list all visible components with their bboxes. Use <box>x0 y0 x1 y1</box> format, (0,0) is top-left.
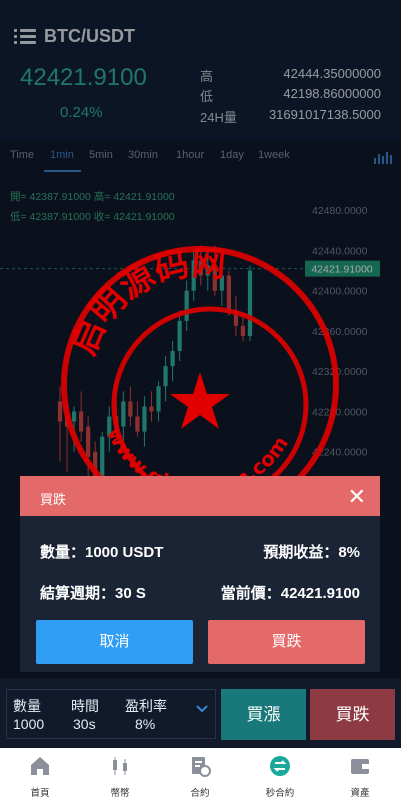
confirm-buy-down-button[interactable]: 買跌 <box>208 620 365 664</box>
time-value: 30s <box>73 716 96 732</box>
home-icon <box>31 757 49 775</box>
trade-params-selector[interactable]: 數量 1000 時間 30s 盈利率 8% <box>6 689 216 739</box>
qty-value: 1000 <box>13 716 45 732</box>
nav-home[interactable]: 首頁 <box>0 748 80 799</box>
profit-rate-value: 8% <box>135 716 156 732</box>
nav-assets[interactable]: 資產 <box>320 748 400 799</box>
modal-header: 買跌 ✕ <box>20 476 380 516</box>
contract-icon <box>192 757 211 777</box>
qty-label: 數量 <box>13 698 41 714</box>
buy-up-button[interactable]: 買漲 <box>221 689 306 740</box>
cancel-button[interactable]: 取消 <box>36 620 193 664</box>
nav-second-contract[interactable]: 秒合約 <box>240 748 320 799</box>
candles-icon <box>113 757 127 775</box>
nav-spot-label: 幣幣 <box>110 788 130 799</box>
modal-settle-period: 結算週期：30 S <box>40 585 146 602</box>
confirm-modal: 買跌 ✕ 數量：1000 USDT 預期收益：8% 結算週期：30 S 當前價：… <box>20 476 380 672</box>
wallet-icon <box>351 759 369 774</box>
nav-second-contract-label: 秒合約 <box>265 788 295 799</box>
time-label: 時間 <box>71 698 99 714</box>
buy-down-button[interactable]: 買跌 <box>310 689 395 740</box>
modal-current-price: 當前價：42421.9100 <box>220 585 360 602</box>
chevron-down-icon[interactable] <box>196 705 208 713</box>
nav-home-label: 首頁 <box>30 788 50 799</box>
nav-contract-label: 合約 <box>190 788 210 799</box>
modal-title: 買跌 <box>40 492 67 507</box>
modal-quantity: 數量：1000 USDT <box>40 544 164 561</box>
swap-icon <box>270 756 290 776</box>
bottom-nav: 首頁 幣幣 合約 秒合約 資產 <box>0 748 401 799</box>
nav-contract[interactable]: 合約 <box>160 748 240 799</box>
modal-expected-profit: 預期收益：8% <box>263 544 360 561</box>
close-icon[interactable]: ✕ <box>348 484 366 510</box>
nav-spot[interactable]: 幣幣 <box>80 748 160 799</box>
nav-assets-label: 資產 <box>350 788 370 799</box>
profit-rate-label: 盈利率 <box>125 698 167 714</box>
